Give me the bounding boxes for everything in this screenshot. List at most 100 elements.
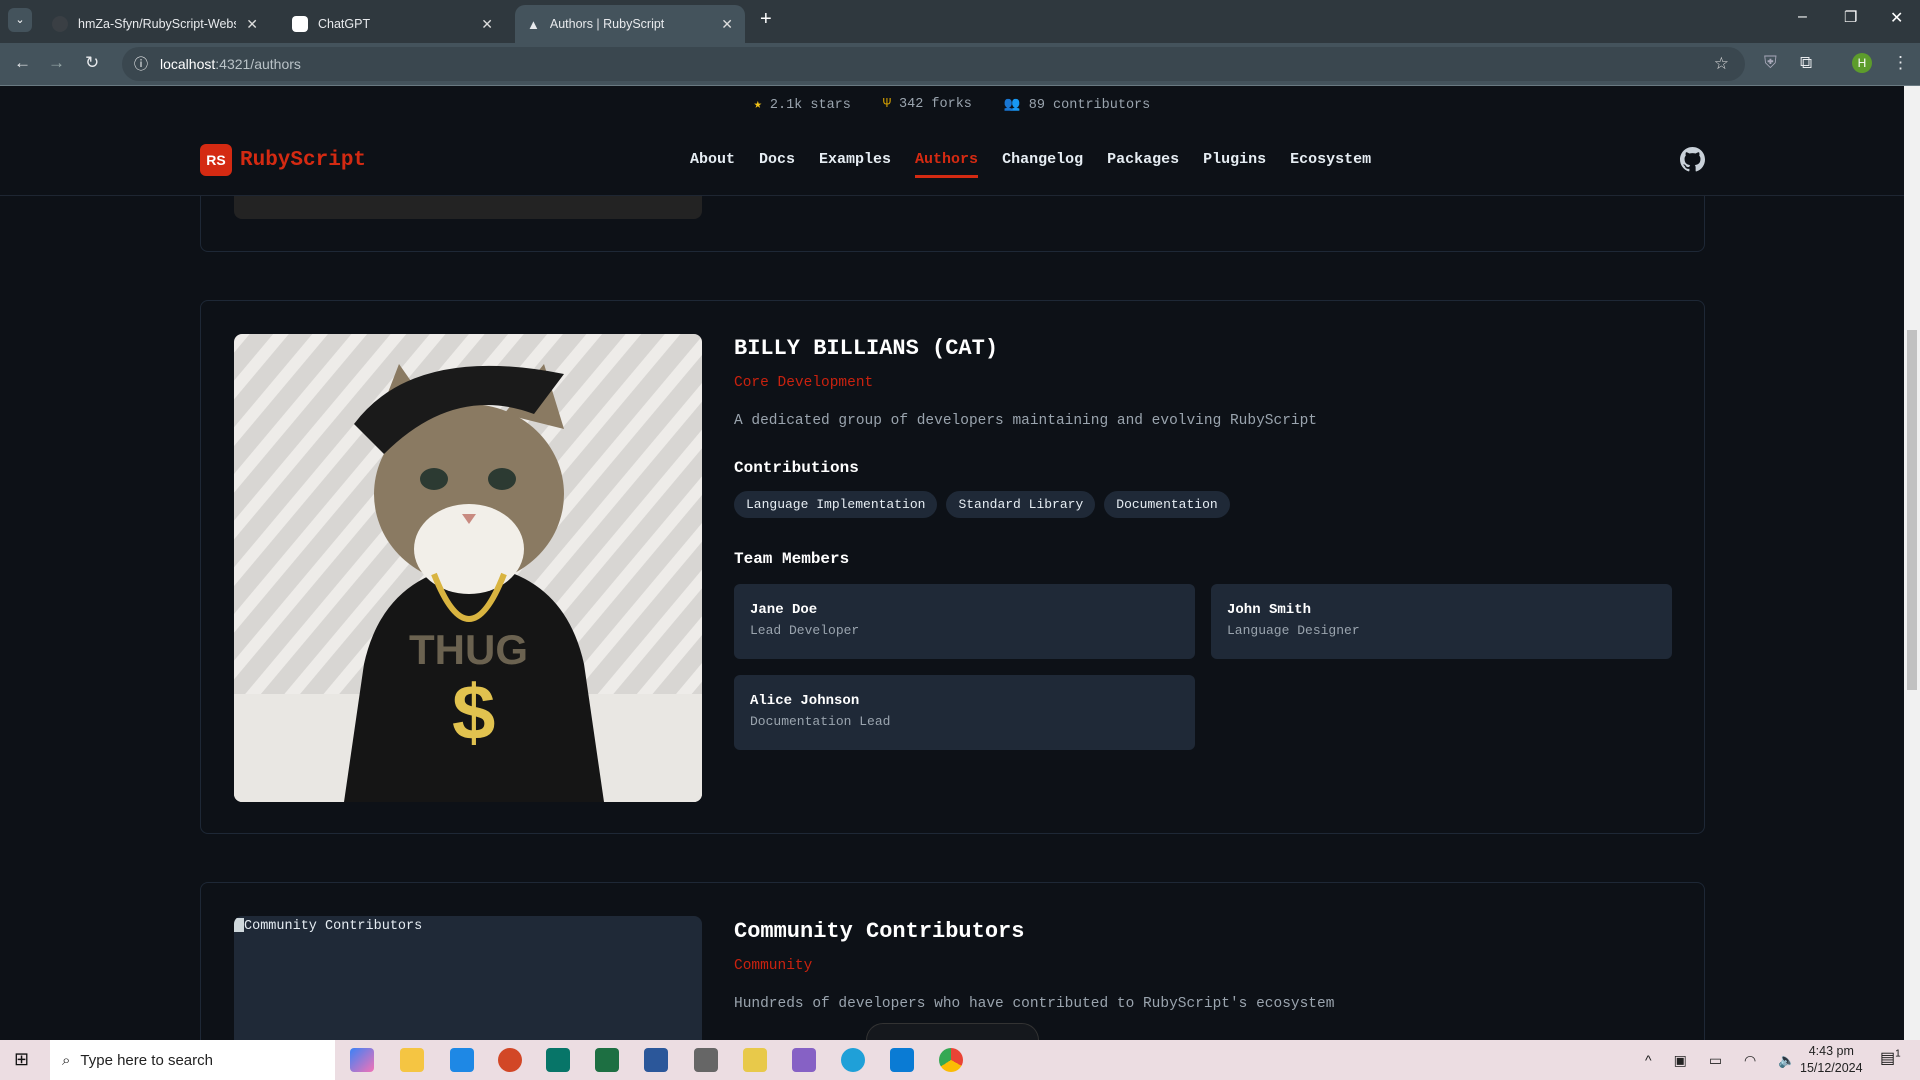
- tab-github[interactable]: hmZa-Sfyn/RubyScript-Website ✕: [40, 5, 270, 43]
- member-role: Language Designer: [1227, 623, 1360, 638]
- visual-studio-icon[interactable]: [792, 1048, 816, 1072]
- dev-toolbar[interactable]: [866, 1023, 1039, 1040]
- github-icon: [52, 16, 68, 32]
- chrome-icon[interactable]: [939, 1048, 963, 1072]
- clock-time: 4:43 pm: [1808, 1044, 1854, 1058]
- community-info: Community Contributors Community Hundred…: [734, 919, 1334, 1012]
- close-icon[interactable]: ✕: [246, 16, 258, 33]
- author-description: A dedicated group of developers maintain…: [734, 413, 1317, 429]
- team-member-card: John Smith Language Designer: [1211, 584, 1672, 659]
- contribution-tag: Standard Library: [946, 491, 1096, 518]
- extensions-icon[interactable]: ⧉: [1800, 53, 1812, 73]
- battery-icon[interactable]: ▭: [1709, 1052, 1722, 1069]
- site-logo[interactable]: RS RubyScript: [200, 144, 366, 176]
- restore-button[interactable]: ❐: [1844, 8, 1857, 26]
- page-content: THUG $ BILLY BILLIANS (CAT) Core Develop…: [0, 86, 1904, 1040]
- community-name: Community Contributors: [734, 919, 1025, 944]
- star-icon: ★: [753, 98, 762, 113]
- nav-ecosystem[interactable]: Ecosystem: [1290, 151, 1371, 168]
- member-role: Lead Developer: [750, 623, 860, 638]
- shield-extension-icon[interactable]: ⛨: [1764, 53, 1777, 73]
- powerpoint-icon[interactable]: [498, 1048, 522, 1072]
- notifications-icon[interactable]: ▤1: [1880, 1048, 1901, 1068]
- author-name: BILLY BILLIANS (CAT): [734, 336, 999, 361]
- tool-icon[interactable]: [743, 1048, 767, 1072]
- nav-about[interactable]: About: [690, 151, 735, 168]
- forward-icon[interactable]: →: [48, 53, 65, 73]
- community-image-broken: Community Contributors: [234, 916, 702, 1040]
- mail-icon[interactable]: [450, 1048, 474, 1072]
- scrollbar-thumb[interactable]: [1907, 330, 1917, 690]
- menu-kebab-icon[interactable]: ⋮: [1892, 53, 1909, 73]
- nav-docs[interactable]: Docs: [759, 151, 795, 168]
- publisher-icon[interactable]: [546, 1048, 570, 1072]
- contribution-tags: Language Implementation Standard Library…: [734, 491, 1672, 518]
- url-text: localhost:4321/authors: [160, 56, 301, 72]
- file-explorer-icon[interactable]: [400, 1048, 424, 1072]
- nav-authors[interactable]: Authors: [915, 151, 979, 178]
- profile-avatar[interactable]: H: [1852, 53, 1872, 73]
- excel-icon[interactable]: [595, 1048, 619, 1072]
- community-role: Community: [734, 958, 813, 974]
- github-icon[interactable]: [1680, 147, 1705, 172]
- site-info-icon[interactable]: ⓘ: [134, 54, 148, 74]
- image-alt-text: Community Contributors: [244, 919, 423, 934]
- team-member-card: Alice Johnson Documentation Lead: [734, 675, 1195, 750]
- edge-icon[interactable]: [841, 1048, 865, 1072]
- bookmark-star-icon[interactable]: ☆: [1714, 54, 1729, 74]
- reload-icon[interactable]: ↻: [85, 53, 99, 73]
- volume-icon[interactable]: 🔈: [1778, 1052, 1795, 1069]
- author-role: Core Development: [734, 375, 874, 391]
- new-tab-button[interactable]: +: [760, 8, 772, 31]
- stars-stat: ★ 2.1k stars: [754, 96, 851, 113]
- community-card: Community Contributors Community Contrib…: [200, 882, 1705, 1040]
- chatgpt-icon: [292, 16, 308, 32]
- windows-start-icon[interactable]: ⊞: [14, 1049, 29, 1070]
- word-icon[interactable]: [644, 1048, 668, 1072]
- contribution-tag: Language Implementation: [734, 491, 938, 518]
- browser-tab-bar: ⌄ hmZa-Sfyn/RubyScript-Website ✕ ChatGPT ✕…: [0, 0, 1920, 43]
- clock[interactable]: 4:43 pm 15/12/2024: [1800, 1043, 1863, 1077]
- nav-packages[interactable]: Packages: [1107, 151, 1179, 168]
- nav-plugins[interactable]: Plugins: [1203, 151, 1266, 168]
- system-tray: ^ ▣ ▭ ◠ 🔈: [1645, 1040, 1796, 1080]
- minimize-button[interactable]: –: [1798, 8, 1807, 26]
- team-member-card: Jane Doe Lead Developer: [734, 584, 1195, 659]
- close-window-button[interactable]: ✕: [1890, 8, 1903, 28]
- tab-chatgpt[interactable]: ChatGPT ✕: [280, 5, 505, 43]
- site-nav: RS RubyScript About Docs Examples Authors…: [0, 123, 1904, 196]
- people-icon: 👥: [1003, 98, 1021, 113]
- taskbar-search[interactable]: ⌕ Type here to search: [50, 1040, 335, 1080]
- close-icon[interactable]: ✕: [721, 16, 733, 33]
- url-path: :4321/authors: [215, 56, 301, 72]
- windows-taskbar: ⊞ ⌕ Type here to search ^ ▣ ▭ ◠ 🔈 4:43 pm…: [0, 1040, 1920, 1080]
- team-members-heading: Team Members: [734, 550, 850, 568]
- address-bar[interactable]: ⓘ localhost:4321/authors ☆: [122, 47, 1745, 81]
- svg-text:$: $: [452, 668, 495, 756]
- chevron-up-icon[interactable]: ^: [1645, 1052, 1652, 1068]
- back-icon[interactable]: ←: [14, 53, 31, 73]
- browser-toolbar: ← → ↻ ⓘ localhost:4321/authors ☆ ⛨ ⧉ H ⋮: [0, 43, 1920, 86]
- clock-date: 15/12/2024: [1800, 1061, 1863, 1075]
- forks-stat: Ψ 342 forks: [883, 97, 972, 112]
- tab-authors[interactable]: ▲ Authors | RubyScript ✕: [515, 5, 745, 43]
- notification-count: 1: [1895, 1048, 1901, 1060]
- nav-changelog[interactable]: Changelog: [1002, 151, 1083, 168]
- contributors-count: 89 contributors: [1028, 98, 1151, 113]
- unity-icon[interactable]: [694, 1048, 718, 1072]
- member-name: Jane Doe: [750, 602, 818, 618]
- tab-search-button[interactable]: ⌄: [8, 8, 32, 32]
- close-icon[interactable]: ✕: [481, 16, 493, 33]
- nav-examples[interactable]: Examples: [819, 151, 891, 168]
- repo-stats-bar: ★ 2.1k stars Ψ 342 forks 👥 89 contributors: [0, 86, 1904, 123]
- author-card: THUG $ BILLY BILLIANS (CAT) Core Develop…: [200, 300, 1705, 834]
- team-members-grid: Jane Doe Lead Developer John Smith Languag…: [734, 584, 1672, 750]
- forks-count: 342 forks: [899, 97, 972, 112]
- copilot-icon[interactable]: [350, 1048, 374, 1072]
- wifi-icon[interactable]: ◠: [1744, 1052, 1756, 1069]
- search-placeholder: Type here to search: [80, 1051, 213, 1069]
- fork-icon: Ψ: [882, 97, 891, 112]
- vscode-icon[interactable]: [890, 1048, 914, 1072]
- meet-icon[interactable]: ▣: [1674, 1052, 1687, 1069]
- broken-image-icon: [234, 918, 244, 932]
